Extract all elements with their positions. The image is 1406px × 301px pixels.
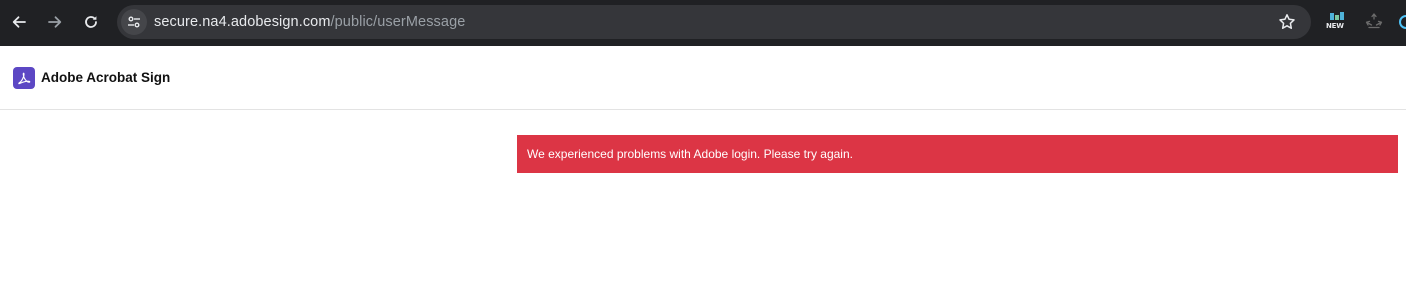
tune-icon bbox=[128, 16, 140, 28]
extension-icon bbox=[1399, 15, 1406, 29]
page-header: Adobe Acrobat Sign bbox=[0, 46, 1406, 110]
reload-button[interactable] bbox=[77, 8, 105, 36]
arrow-right-icon bbox=[48, 16, 62, 28]
back-button[interactable] bbox=[5, 8, 33, 36]
url-text[interactable]: secure.na4.adobesign.com/public/userMess… bbox=[154, 13, 465, 31]
bookmark-button[interactable] bbox=[1277, 12, 1297, 32]
extension-partial-button[interactable] bbox=[1398, 12, 1406, 32]
forward-button[interactable] bbox=[41, 8, 69, 36]
url-host: secure.na4.adobesign.com bbox=[154, 14, 331, 30]
site-info-button[interactable] bbox=[121, 9, 147, 35]
extension-new-label: NEW bbox=[1326, 22, 1344, 30]
address-bar[interactable]: secure.na4.adobesign.com/public/userMess… bbox=[117, 5, 1311, 39]
extension-new-button[interactable]: NEW bbox=[1325, 12, 1349, 34]
app-name: Adobe Acrobat Sign bbox=[41, 70, 171, 85]
reload-icon bbox=[85, 16, 97, 28]
adobe-acrobat-icon[interactable] bbox=[13, 67, 35, 89]
arrow-left-icon bbox=[12, 16, 26, 28]
error-message: We experienced problems with Adobe login… bbox=[527, 146, 853, 161]
url-path: /public/userMessage bbox=[330, 14, 466, 30]
recycle-icon bbox=[1365, 13, 1383, 29]
extension-recycle-button[interactable] bbox=[1363, 11, 1385, 33]
star-icon bbox=[1279, 14, 1295, 29]
browser-toolbar: secure.na4.adobesign.com/public/userMess… bbox=[0, 0, 1406, 46]
error-banner: We experienced problems with Adobe login… bbox=[517, 135, 1398, 173]
